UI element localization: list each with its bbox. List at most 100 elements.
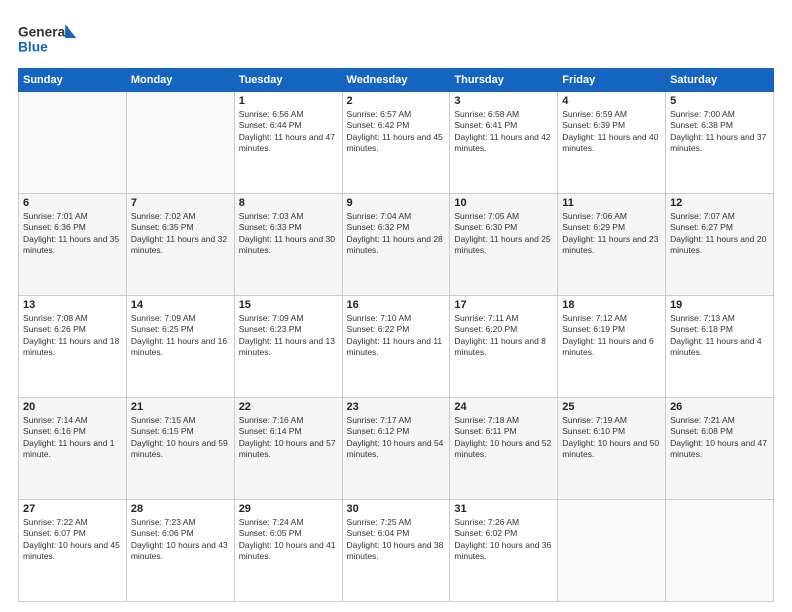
- day-number: 24: [454, 401, 553, 413]
- day-number: 7: [131, 197, 230, 209]
- day-number: 23: [347, 401, 446, 413]
- calendar-table: SundayMondayTuesdayWednesdayThursdayFrid…: [18, 68, 774, 602]
- col-header-thursday: Thursday: [450, 69, 558, 92]
- day-cell: 8Sunrise: 7:03 AM Sunset: 6:33 PM Daylig…: [234, 194, 342, 296]
- day-info: Sunrise: 7:24 AM Sunset: 6:05 PM Dayligh…: [239, 517, 338, 563]
- day-cell: 19 Sunrise: 7:13 AM Sunset: 6:18 PM Dayli…: [666, 296, 774, 398]
- day-info: Sunrise: 7:15 AM Sunset: 6:15 PM Dayligh…: [131, 415, 230, 461]
- day-cell: 18 Sunrise: 7:12 AM Sunset: 6:19 PM Dayli…: [558, 296, 666, 398]
- day-info: Sunrise: 7:12 AM Sunset: 6:19 PM Dayligh…: [562, 313, 661, 359]
- day-cell: 21 Sunrise: 7:15 AM Sunset: 6:15 PM Dayli…: [126, 398, 234, 500]
- day-info: Sunrise: 7:09 AM Sunset: 6:25 PM Dayligh…: [131, 313, 230, 359]
- day-cell: [126, 92, 234, 194]
- day-info: Sunrise: 7:09 AM Sunset: 6:23 PM Dayligh…: [239, 313, 338, 359]
- day-cell: 17 Sunrise: 7:11 AM Sunset: 6:20 PM Dayli…: [450, 296, 558, 398]
- col-header-saturday: Saturday: [666, 69, 774, 92]
- day-info: Sunrise: 7:14 AM Sunset: 6:16 PM Dayligh…: [23, 415, 122, 461]
- header: GeneralBlue: [18, 18, 774, 58]
- day-number: 18: [562, 299, 661, 311]
- day-info: Sunrise: 7:16 AM Sunset: 6:14 PM Dayligh…: [239, 415, 338, 461]
- day-cell: 15 Sunrise: 7:09 AM Sunset: 6:23 PM Dayli…: [234, 296, 342, 398]
- day-cell: 3 Sunrise: 6:58 AM Sunset: 6:41 PM Daylig…: [450, 92, 558, 194]
- day-info: Sunrise: 7:25 AM Sunset: 6:04 PM Dayligh…: [347, 517, 446, 563]
- header-row: SundayMondayTuesdayWednesdayThursdayFrid…: [19, 69, 774, 92]
- day-number: 1: [239, 95, 338, 107]
- day-cell: 1 Sunrise: 6:56 AM Sunset: 6:44 PM Daylig…: [234, 92, 342, 194]
- day-cell: 31Sunrise: 7:26 AM Sunset: 6:02 PM Dayli…: [450, 500, 558, 602]
- day-cell: 14 Sunrise: 7:09 AM Sunset: 6:25 PM Dayli…: [126, 296, 234, 398]
- day-number: 3: [454, 95, 553, 107]
- day-info: Sunrise: 6:59 AM Sunset: 6:39 PM Dayligh…: [562, 109, 661, 155]
- day-number: 15: [239, 299, 338, 311]
- day-info: Sunrise: 7:10 AM Sunset: 6:22 PM Dayligh…: [347, 313, 446, 359]
- day-number: 30: [347, 503, 446, 515]
- day-info: Sunrise: 7:17 AM Sunset: 6:12 PM Dayligh…: [347, 415, 446, 461]
- day-cell: 30 Sunrise: 7:25 AM Sunset: 6:04 PM Dayli…: [342, 500, 450, 602]
- day-number: 21: [131, 401, 230, 413]
- week-row-3: 13Sunrise: 7:08 AM Sunset: 6:26 PM Dayli…: [19, 296, 774, 398]
- day-number: 16: [347, 299, 446, 311]
- col-header-sunday: Sunday: [19, 69, 127, 92]
- day-cell: 22 Sunrise: 7:16 AM Sunset: 6:14 PM Dayli…: [234, 398, 342, 500]
- day-info: Sunrise: 7:04 AM Sunset: 6:32 PM Dayligh…: [347, 211, 446, 257]
- day-cell: 20 Sunrise: 7:14 AM Sunset: 6:16 PM Dayli…: [19, 398, 127, 500]
- day-cell: 7 Sunrise: 7:02 AM Sunset: 6:35 PM Daylig…: [126, 194, 234, 296]
- col-header-monday: Monday: [126, 69, 234, 92]
- day-cell: [19, 92, 127, 194]
- day-info: Sunrise: 7:22 AM Sunset: 6:07 PM Dayligh…: [23, 517, 122, 563]
- day-info: Sunrise: 6:56 AM Sunset: 6:44 PM Dayligh…: [239, 109, 338, 155]
- day-cell: 6Sunrise: 7:01 AM Sunset: 6:36 PM Daylig…: [19, 194, 127, 296]
- day-number: 28: [131, 503, 230, 515]
- day-cell: [666, 500, 774, 602]
- day-cell: 2 Sunrise: 6:57 AM Sunset: 6:42 PM Daylig…: [342, 92, 450, 194]
- day-number: 22: [239, 401, 338, 413]
- day-info: Sunrise: 7:19 AM Sunset: 6:10 PM Dayligh…: [562, 415, 661, 461]
- day-number: 11: [562, 197, 661, 209]
- day-number: 27: [23, 503, 122, 515]
- day-info: Sunrise: 7:18 AM Sunset: 6:11 PM Dayligh…: [454, 415, 553, 461]
- day-info: Sunrise: 7:11 AM Sunset: 6:20 PM Dayligh…: [454, 313, 553, 359]
- day-number: 6: [23, 197, 122, 209]
- svg-text:Blue: Blue: [18, 40, 48, 55]
- day-info: Sunrise: 7:02 AM Sunset: 6:35 PM Dayligh…: [131, 211, 230, 257]
- day-cell: 10 Sunrise: 7:05 AM Sunset: 6:30 PM Dayli…: [450, 194, 558, 296]
- day-cell: [558, 500, 666, 602]
- week-row-2: 6Sunrise: 7:01 AM Sunset: 6:36 PM Daylig…: [19, 194, 774, 296]
- day-cell: 4 Sunrise: 6:59 AM Sunset: 6:39 PM Daylig…: [558, 92, 666, 194]
- logo: GeneralBlue: [18, 18, 78, 58]
- day-info: Sunrise: 7:21 AM Sunset: 6:08 PM Dayligh…: [670, 415, 769, 461]
- day-number: 2: [347, 95, 446, 107]
- day-info: Sunrise: 6:58 AM Sunset: 6:41 PM Dayligh…: [454, 109, 553, 155]
- day-number: 17: [454, 299, 553, 311]
- day-info: Sunrise: 7:07 AM Sunset: 6:27 PM Dayligh…: [670, 211, 769, 257]
- day-number: 29: [239, 503, 338, 515]
- day-info: Sunrise: 7:06 AM Sunset: 6:29 PM Dayligh…: [562, 211, 661, 257]
- day-number: 9: [347, 197, 446, 209]
- day-cell: 5Sunrise: 7:00 AM Sunset: 6:38 PM Daylig…: [666, 92, 774, 194]
- calendar-page: GeneralBlue SundayMondayTuesdayWednesday…: [0, 0, 792, 612]
- day-cell: 28 Sunrise: 7:23 AM Sunset: 6:06 PM Dayli…: [126, 500, 234, 602]
- day-number: 26: [670, 401, 769, 413]
- day-info: Sunrise: 7:13 AM Sunset: 6:18 PM Dayligh…: [670, 313, 769, 359]
- day-cell: 26 Sunrise: 7:21 AM Sunset: 6:08 PM Dayli…: [666, 398, 774, 500]
- day-cell: 16 Sunrise: 7:10 AM Sunset: 6:22 PM Dayli…: [342, 296, 450, 398]
- day-number: 20: [23, 401, 122, 413]
- day-number: 4: [562, 95, 661, 107]
- day-cell: 25 Sunrise: 7:19 AM Sunset: 6:10 PM Dayli…: [558, 398, 666, 500]
- week-row-5: 27 Sunrise: 7:22 AM Sunset: 6:07 PM Dayli…: [19, 500, 774, 602]
- day-cell: 29 Sunrise: 7:24 AM Sunset: 6:05 PM Dayli…: [234, 500, 342, 602]
- day-number: 19: [670, 299, 769, 311]
- day-number: 14: [131, 299, 230, 311]
- day-info: Sunrise: 7:05 AM Sunset: 6:30 PM Dayligh…: [454, 211, 553, 257]
- day-number: 10: [454, 197, 553, 209]
- logo-svg: GeneralBlue: [18, 18, 78, 58]
- day-cell: 12Sunrise: 7:07 AM Sunset: 6:27 PM Dayli…: [666, 194, 774, 296]
- day-cell: 23 Sunrise: 7:17 AM Sunset: 6:12 PM Dayli…: [342, 398, 450, 500]
- day-info: Sunrise: 7:23 AM Sunset: 6:06 PM Dayligh…: [131, 517, 230, 563]
- day-info: Sunrise: 6:57 AM Sunset: 6:42 PM Dayligh…: [347, 109, 446, 155]
- day-info: Sunrise: 7:26 AM Sunset: 6:02 PM Dayligh…: [454, 517, 553, 563]
- day-cell: 27 Sunrise: 7:22 AM Sunset: 6:07 PM Dayli…: [19, 500, 127, 602]
- day-number: 25: [562, 401, 661, 413]
- svg-text:General: General: [18, 24, 69, 39]
- day-cell: 24 Sunrise: 7:18 AM Sunset: 6:11 PM Dayli…: [450, 398, 558, 500]
